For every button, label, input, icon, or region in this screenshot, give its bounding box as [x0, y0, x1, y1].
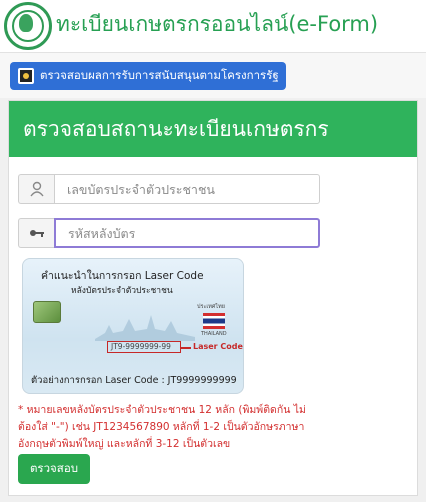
- gov-support-check-label: ตรวจสอบผลการรับการสนับสนุนตามโครงการรัฐ: [40, 70, 279, 82]
- site-header: ทะเบียนเกษตรกรออนไลน์(e-Form): [0, 0, 426, 52]
- thai-flag: [203, 313, 225, 329]
- gov-support-check-button[interactable]: ตรวจสอบผลการรับการสนับสนุนตามโครงการรัฐ: [10, 62, 286, 90]
- gov-program-icon: [18, 68, 34, 84]
- laser-code-label: Laser Code: [193, 342, 243, 351]
- laser-code-sample: JT9-9999999-99: [107, 341, 181, 353]
- guide-subtitle: หลังบัตรประจำตัวประชาชน: [71, 286, 173, 296]
- page: ทะเบียนเกษตรกรออนไลน์(e-Form) ตรวจสอบผลก…: [0, 0, 426, 502]
- logo-emblem: [19, 14, 33, 32]
- card-country-en: THAILAND: [201, 331, 227, 337]
- key-icon: [18, 218, 54, 248]
- laser-code-input[interactable]: [54, 218, 320, 248]
- card-chip: [33, 301, 61, 323]
- laser-code-pointer: [181, 347, 191, 349]
- id-number-input[interactable]: [54, 174, 320, 204]
- guide-title: คำแนะนำในการกรอก Laser Code: [41, 270, 204, 282]
- card-temple-skyline: [95, 315, 195, 341]
- user-icon: [18, 174, 54, 204]
- laser-code-example: ตัวอย่างการกรอก Laser Code : JT999999999…: [31, 375, 237, 386]
- site-title: ทะเบียนเกษตรกรออนไลน์(e-Form): [56, 12, 379, 36]
- card-country-thai: ประเทศไทย: [197, 304, 226, 310]
- department-logo: [4, 2, 52, 50]
- id-number-group: [18, 174, 320, 204]
- laser-code-group: [18, 218, 320, 248]
- input-instructions-note: * หมายเลขหลังบัตรประจำตัวประชาชน 12 หลัก…: [18, 404, 306, 450]
- id-card-guide-image: คำแนะนำในการกรอก Laser Code หลังบัตรประจ…: [22, 258, 244, 394]
- check-status-button[interactable]: ตรวจสอบ: [18, 454, 90, 484]
- card-heading: ตรวจสอบสถานะทะเบียนเกษตรกร: [9, 101, 417, 157]
